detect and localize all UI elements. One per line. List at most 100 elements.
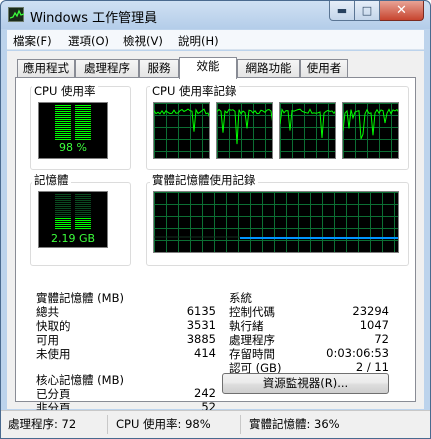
meter-segment xyxy=(75,210,91,211)
meter-segment xyxy=(75,212,91,213)
window-title: Windows 工作管理員 xyxy=(30,11,158,26)
stat-value: 3531 xyxy=(186,318,216,332)
client-area: 應用程式 處理程序 服務 效能 網路功能 使用者 CPU 使用率 98 % CP… xyxy=(7,51,424,415)
meter-segment xyxy=(55,111,71,112)
stat-value: 72 xyxy=(374,332,389,346)
tab-processes[interactable]: 處理程序 xyxy=(75,59,139,78)
meter-segment xyxy=(75,206,91,207)
meter-segment xyxy=(75,115,91,116)
meter-segment xyxy=(55,105,71,106)
menu-help[interactable]: 說明(H) xyxy=(178,33,219,49)
meter-segment xyxy=(75,107,91,108)
tab-applications[interactable]: 應用程式 xyxy=(17,59,75,78)
meter-segment xyxy=(55,226,71,227)
cpu-history-line xyxy=(154,108,209,132)
cpu-history-line xyxy=(280,108,335,139)
meter-segment xyxy=(75,127,91,128)
meter-segment xyxy=(55,115,71,116)
task-manager-icon xyxy=(8,7,24,22)
meter-segment xyxy=(75,208,91,209)
meter-segment xyxy=(75,200,91,201)
memory-history-title: 實體記憶體使用記錄 xyxy=(150,172,258,188)
cpu-history-title: CPU 使用率記錄 xyxy=(150,83,239,99)
meter-segment xyxy=(75,218,91,219)
tab-performance[interactable]: 效能 xyxy=(179,57,237,79)
meter-segment xyxy=(55,198,71,199)
meter-segment xyxy=(75,196,91,197)
meter-segment xyxy=(55,228,71,229)
cpu-history-line xyxy=(343,108,398,140)
meter-segment xyxy=(55,218,71,219)
status-processes: 處理程序: 72 xyxy=(5,415,108,434)
meter-segment xyxy=(55,196,71,197)
meter-segment xyxy=(75,222,91,223)
meter-segment xyxy=(55,113,71,114)
meter-segment xyxy=(75,125,91,126)
close-button[interactable]: ✕ xyxy=(380,1,424,21)
meter-segment xyxy=(75,226,91,227)
meter-segment xyxy=(55,200,71,201)
meter-segment xyxy=(55,210,71,211)
meter-segment xyxy=(55,117,71,118)
meter-segment xyxy=(75,228,91,229)
menu-file[interactable]: 檔案(F) xyxy=(13,33,52,49)
cpu-history-line xyxy=(217,108,272,145)
meter-segment xyxy=(55,131,71,132)
resource-monitor-button[interactable]: 資源監視器(R)... xyxy=(222,373,389,394)
tab-networking[interactable]: 網路功能 xyxy=(237,59,300,78)
meter-segment xyxy=(75,139,91,140)
meter-segment xyxy=(75,220,91,221)
meter-segment xyxy=(55,109,71,110)
meter-segment xyxy=(75,137,91,138)
menu-view[interactable]: 檢視(V) xyxy=(123,33,163,49)
meter-segment xyxy=(55,121,71,122)
meter-segment xyxy=(75,214,91,215)
stat-value: 3885 xyxy=(186,332,216,346)
memory-meter: 2.19 GB xyxy=(38,191,108,248)
tab-users[interactable]: 使用者 xyxy=(300,59,348,78)
meter-segment xyxy=(75,224,91,225)
performance-panel: CPU 使用率 98 % CPU 使用率記錄 記憶體 2.19 GB 實體記憶體… xyxy=(15,77,416,415)
meter-segment xyxy=(55,107,71,108)
cpu-history-graph-3 xyxy=(279,102,336,159)
stat-value: 23294 xyxy=(352,304,389,318)
meter-segment xyxy=(55,206,71,207)
meter-segment xyxy=(55,216,71,217)
status-cpu: CPU 使用率: 98% xyxy=(113,415,241,434)
meter-segment xyxy=(55,135,71,136)
cpu-usage-title: CPU 使用率 xyxy=(32,83,98,99)
close-icon: ✕ xyxy=(396,3,407,18)
cpu-history-graph-2 xyxy=(216,102,273,159)
meter-segment xyxy=(75,135,91,136)
memory-title: 記憶體 xyxy=(32,172,71,188)
cpu-history-graph-1 xyxy=(153,102,210,159)
tab-services[interactable]: 服務 xyxy=(139,59,179,78)
meter-segment xyxy=(55,202,71,203)
status-bar: 處理程序: 72 CPU 使用率: 98% 實體記憶體: 36% xyxy=(1,410,430,438)
stat-value: 6135 xyxy=(186,304,216,318)
menu-options[interactable]: 選項(O) xyxy=(68,33,109,49)
meter-segment xyxy=(55,214,71,215)
meter-segment xyxy=(75,133,91,134)
meter-segment xyxy=(75,194,91,195)
meter-segment xyxy=(75,202,91,203)
minimize-button[interactable]: ▬ xyxy=(329,1,355,21)
meter-segment xyxy=(75,117,91,118)
meter-segment xyxy=(55,133,71,134)
title-bar[interactable]: Windows 工作管理員 ▬ □ ✕ xyxy=(1,1,430,29)
meter-segment xyxy=(55,212,71,213)
cpu-history-graph-4 xyxy=(342,102,399,159)
meter-segment xyxy=(75,216,91,217)
stat-value: 0:03:06:53 xyxy=(326,346,389,360)
meter-segment xyxy=(55,125,71,126)
maximize-button[interactable]: □ xyxy=(355,1,380,21)
memory-history-line xyxy=(154,236,398,239)
meter-segment xyxy=(75,204,91,205)
meter-segment xyxy=(75,198,91,199)
task-manager-window: Windows 工作管理員 ▬ □ ✕ 檔案(F) 選項(O) 檢視(V) 說明… xyxy=(0,0,431,439)
memory-value: 2.19 GB xyxy=(50,232,96,245)
status-memory: 實體記憶體: 36% xyxy=(249,417,340,431)
menu-bar: 檔案(F) 選項(O) 檢視(V) 說明(H) xyxy=(7,30,424,50)
meter-segment xyxy=(75,111,91,112)
meter-segment xyxy=(55,127,71,128)
